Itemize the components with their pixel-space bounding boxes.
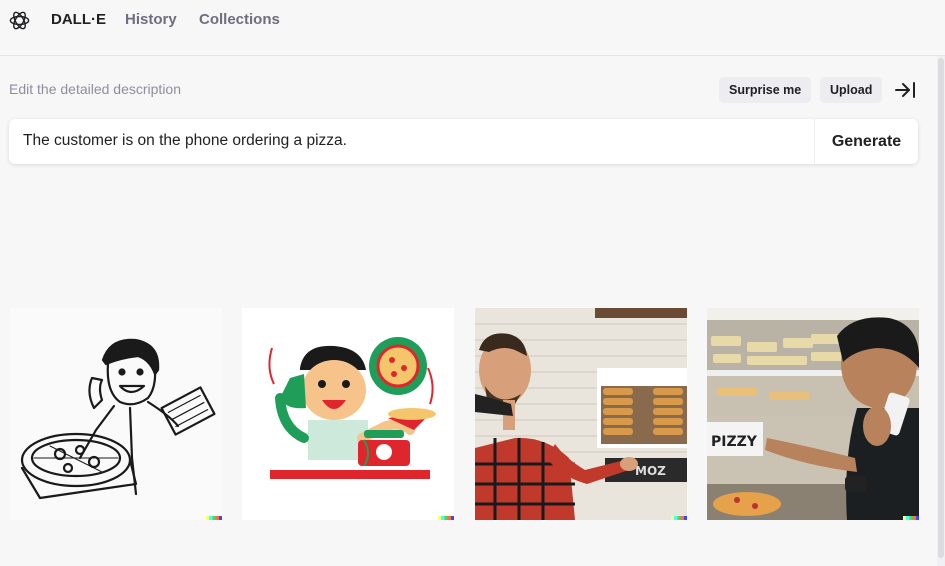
prompt-input[interactable]: The customer is on the phone ordering a … [23,132,347,150]
result-image-4[interactable]: PIZZY [707,308,919,520]
surprise-me-button[interactable]: Surprise me [719,77,812,103]
scrollbar-thumb[interactable] [938,58,944,558]
shop-sign-text: PIZZY [711,434,758,450]
photo-pizza-oven-image: MOZ [475,308,687,520]
image-signature [903,516,919,520]
nav-brand-dalle[interactable]: DALL·E [51,11,106,28]
top-nav-bar: DALL·E History Collections [0,0,945,56]
image-signature [438,516,454,520]
result-image-1[interactable] [10,308,222,520]
prompt-hint: Edit the detailed description [9,81,181,97]
nav-collections[interactable]: Collections [199,11,280,28]
photo-deli-counter-image: PIZZY [707,308,919,520]
generate-button[interactable]: Generate [815,119,918,164]
prompt-box: The customer is on the phone ordering a … [9,119,918,164]
upload-button[interactable]: Upload [820,77,883,103]
cartoon-image [242,308,454,520]
openai-logo-icon[interactable] [8,9,31,32]
nav-history[interactable]: History [125,11,177,28]
sketch-image [10,308,222,520]
image-signature [206,516,222,520]
oven-label: MOZ [635,464,666,478]
image-signature [671,516,687,520]
result-image-2[interactable] [242,308,454,520]
result-image-3[interactable]: MOZ [475,308,687,520]
collapse-panel-icon[interactable] [893,78,917,102]
